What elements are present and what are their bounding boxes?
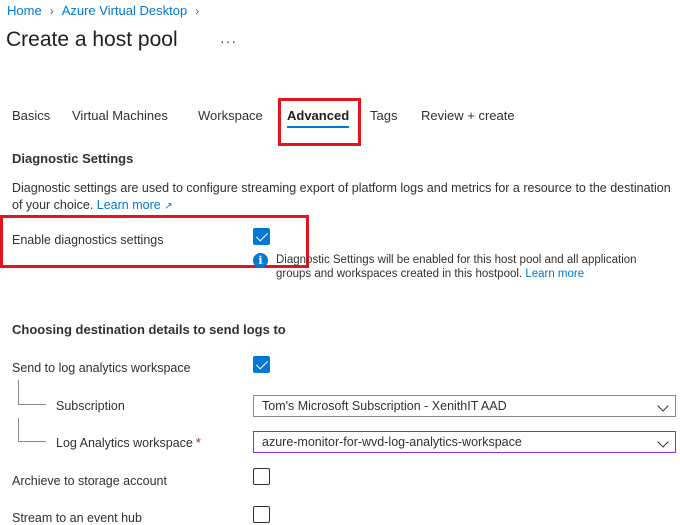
- log-analytics-checkbox[interactable]: [253, 356, 270, 373]
- highlight-box-advanced-tab: [278, 98, 361, 146]
- event-hub-label: Stream to an event hub: [12, 511, 142, 525]
- required-marker: *: [195, 436, 201, 450]
- learn-more-link[interactable]: Learn more ↗: [97, 198, 173, 212]
- tab-tags[interactable]: Tags: [370, 108, 397, 123]
- breadcrumb: Home › Azure Virtual Desktop ›: [7, 3, 207, 18]
- chevron-down-icon: [657, 436, 669, 448]
- diagnostic-description: Diagnostic settings are used to configur…: [12, 180, 677, 215]
- chevron-right-icon: ›: [49, 3, 54, 18]
- breadcrumb-avd-link[interactable]: Azure Virtual Desktop: [62, 3, 188, 18]
- storage-account-checkbox[interactable]: [253, 468, 270, 485]
- tree-connector: [18, 418, 46, 442]
- tree-connector: [18, 380, 46, 405]
- event-hub-checkbox[interactable]: [253, 506, 270, 523]
- tab-workspace[interactable]: Workspace: [198, 108, 263, 123]
- external-link-icon: ↗: [164, 201, 173, 212]
- chevron-right-icon: ›: [195, 3, 200, 18]
- tab-basics[interactable]: Basics: [12, 108, 50, 123]
- breadcrumb-home-link[interactable]: Home: [7, 3, 42, 18]
- log-analytics-label: Send to log analytics workspace: [12, 361, 191, 375]
- info-icon: i: [253, 253, 268, 268]
- chevron-down-icon: [657, 400, 669, 412]
- storage-account-label: Archieve to storage account: [12, 474, 167, 488]
- more-options-button[interactable]: ···: [220, 33, 237, 49]
- learn-more-label: Learn more: [96, 198, 161, 212]
- diagnostic-settings-heading: Diagnostic Settings: [12, 151, 134, 166]
- info-learn-more-link[interactable]: Learn more: [525, 268, 584, 280]
- subscription-dropdown[interactable]: Tom's Microsoft Subscription - XenithIT …: [253, 395, 676, 417]
- subscription-value: Tom's Microsoft Subscription - XenithIT …: [262, 399, 507, 413]
- log-analytics-workspace-dropdown[interactable]: azure-monitor-for-wvd-log-analytics-work…: [253, 431, 676, 453]
- diagnostic-info-message: Diagnostic Settings will be enabled for …: [276, 253, 666, 281]
- subscription-label: Subscription: [56, 399, 125, 413]
- tab-virtual-machines[interactable]: Virtual Machines: [72, 108, 168, 123]
- page-title: Create a host pool: [6, 28, 178, 51]
- log-analytics-workspace-label: Log Analytics workspace *: [56, 436, 201, 450]
- tab-review-create[interactable]: Review + create: [421, 108, 515, 123]
- workspace-label-text: Log Analytics workspace: [56, 436, 193, 450]
- workspace-value: azure-monitor-for-wvd-log-analytics-work…: [262, 435, 522, 449]
- destination-heading: Choosing destination details to send log…: [12, 322, 286, 337]
